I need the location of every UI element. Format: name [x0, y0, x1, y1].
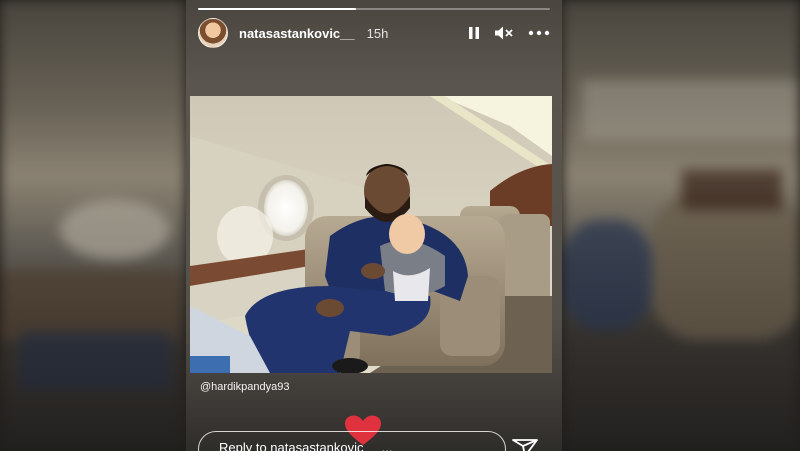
pause-icon[interactable] [468, 26, 480, 40]
avatar[interactable] [198, 18, 228, 48]
blurred-background-right [562, 0, 800, 451]
send-paper-plane-icon[interactable] [510, 434, 540, 451]
reply-input[interactable]: Reply to natasastankovic__ ... [198, 431, 506, 451]
story-viewer: natasastankovic__ 15h @hardikpandya93 Re… [186, 0, 562, 451]
story-progress-bar [198, 8, 550, 10]
story-photo [190, 96, 552, 373]
speaker-muted-icon[interactable] [494, 25, 514, 41]
story-controls [468, 25, 550, 41]
more-horizontal-icon[interactable] [528, 30, 550, 36]
story-progress-fill [198, 8, 357, 10]
blurred-background-left [0, 0, 186, 451]
username[interactable]: natasastankovic__ [239, 26, 355, 41]
story-header: natasastankovic__ 15h [198, 18, 550, 48]
mention-tag[interactable]: @hardikpandya93 [200, 381, 289, 393]
post-time: 15h [366, 25, 389, 41]
